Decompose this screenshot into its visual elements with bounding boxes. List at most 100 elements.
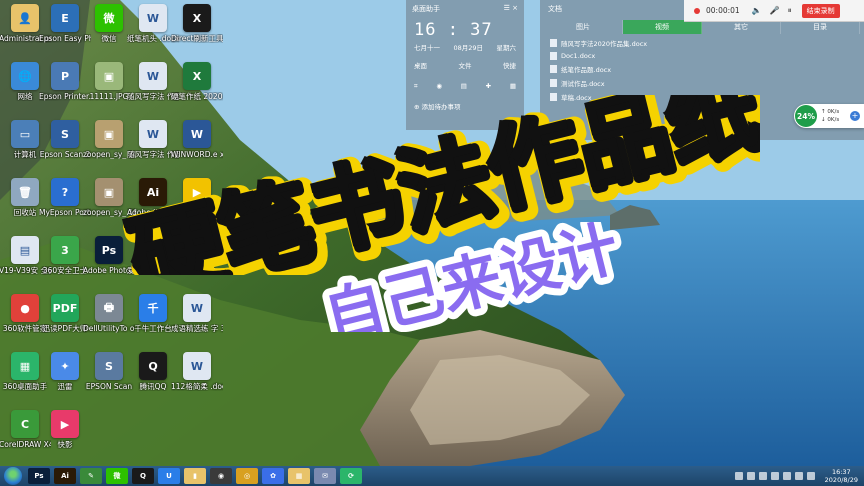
documents-tab[interactable]: 目录 bbox=[781, 20, 860, 34]
tools-taskbar-icon[interactable]: ✉ bbox=[314, 468, 336, 484]
desktop-shortcut[interactable]: W 成语精选练 字 3.docx bbox=[171, 294, 223, 333]
desktop-shortcut[interactable]: 微微信 bbox=[86, 4, 132, 43]
desktop-shortcut[interactable]: Q 腾讯QQ bbox=[130, 352, 176, 391]
qianniu-icon: 千 bbox=[139, 294, 167, 322]
desktop-shortcut[interactable]: W 112格简柔 .docx bbox=[171, 352, 223, 391]
epson-scan-old-icon: S bbox=[95, 352, 123, 380]
360-taskbar-icon[interactable]: ⟳ bbox=[340, 468, 362, 484]
widget-action-shortcut[interactable]: 快捷 bbox=[503, 60, 516, 70]
360-icon: 3 bbox=[51, 236, 79, 264]
widget-eye-icon[interactable]: ◉ bbox=[436, 82, 442, 91]
image-file-icon: ▣ bbox=[95, 62, 123, 90]
taskbar-apps: Ps Ai ✎ 微 Q U ▮ ◉ ◎ ✿ ▦ ✉ ⟳ bbox=[28, 468, 366, 484]
image-file-icon: ▣ bbox=[95, 178, 123, 206]
desktop-shortcut[interactable]: EEpson Easy Photo Print bbox=[39, 4, 91, 43]
widget-action-desktop[interactable]: 桌面 bbox=[414, 60, 427, 70]
desktop-shortcut[interactable]: ✦ 迅雷 bbox=[42, 352, 88, 391]
widget-add-icon[interactable]: ✚ bbox=[486, 82, 491, 91]
desktop-shortcut[interactable]: S Epson Scan 2 bbox=[40, 120, 90, 159]
tray-volume-icon[interactable] bbox=[806, 472, 815, 480]
photoshop-icon: Ps bbox=[95, 236, 123, 264]
wechat-taskbar-icon[interactable]: 微 bbox=[106, 468, 128, 484]
documents-file-item[interactable]: Doc1.docx bbox=[540, 50, 864, 62]
recording-elapsed: 00:00:01 bbox=[706, 6, 740, 15]
explorer-taskbar-icon[interactable]: ▦ bbox=[288, 468, 310, 484]
volume-icon[interactable]: 🔈 bbox=[752, 6, 762, 15]
system-tray: 16:37 2020/8/29 bbox=[734, 468, 864, 484]
documents-file-name: 纸笔作品题.docx bbox=[561, 66, 612, 74]
photoshop-taskbar-icon[interactable]: Ps bbox=[28, 468, 50, 484]
file-doc-icon bbox=[550, 65, 557, 73]
screen-recorder-bar: 00:00:01 🔈 🎤 ⏸ 结束录制 bbox=[684, 0, 864, 22]
stop-recording-button[interactable]: 结束录制 bbox=[801, 3, 840, 18]
recycle-bin-icon: 🗑 bbox=[11, 178, 39, 206]
desktop-shortcut[interactable]: 3 360安全卫士 bbox=[42, 236, 88, 275]
start-button[interactable] bbox=[4, 467, 22, 485]
documents-file-name: 测试作品.docx bbox=[561, 80, 605, 88]
recorder-taskbar-icon[interactable]: U bbox=[158, 468, 180, 484]
widget-date: 08月29日 bbox=[453, 44, 484, 52]
documents-tab[interactable]: 图片 bbox=[544, 20, 623, 34]
widget-clock: 16 : 37 bbox=[414, 20, 493, 40]
baidu-taskbar-icon[interactable]: ✿ bbox=[262, 468, 284, 484]
documents-tab[interactable]: 视频 bbox=[623, 20, 702, 34]
qq-taskbar-icon[interactable]: Q bbox=[132, 468, 154, 484]
desktop-shortcut[interactable]: 千千牛工作台 bbox=[130, 294, 176, 333]
chrome-taskbar-icon[interactable]: ◎ bbox=[236, 468, 258, 484]
documents-file-name: 随风写字法2020作品集.docx bbox=[561, 40, 648, 48]
computer-icon: ▭ bbox=[11, 120, 39, 148]
widget-menu-icon[interactable]: ☰ × bbox=[504, 4, 518, 14]
documents-tab[interactable]: 其它 bbox=[702, 20, 781, 34]
file-doc-icon bbox=[550, 39, 557, 47]
taskbar-clock[interactable]: 16:37 2020/8/29 bbox=[825, 468, 858, 484]
desktop-shortcut[interactable]: ▶ 快影 bbox=[42, 410, 88, 449]
epson-photo-icon: E bbox=[51, 4, 79, 32]
pause-icon[interactable]: ⏸ bbox=[788, 6, 792, 16]
folder-user-icon: 👤 bbox=[11, 4, 39, 32]
word-doc-icon: W bbox=[183, 294, 211, 322]
speed-boost-icon[interactable]: + bbox=[850, 111, 860, 121]
taskbar: Ps Ai ✎ 微 Q U ▮ ◉ ◎ ✿ ▦ ✉ ⟳ 16:37 2020/8/29 bbox=[0, 466, 864, 486]
memory-percent: 24% bbox=[795, 105, 817, 127]
file-doc-icon bbox=[550, 52, 557, 60]
tray-bluetooth-icon[interactable] bbox=[758, 472, 767, 480]
media-taskbar-icon[interactable]: ◉ bbox=[210, 468, 232, 484]
network-speed-badge[interactable]: 24% ↑ 0K/s ↓ 0K/s + bbox=[794, 104, 864, 128]
tray-network-icon[interactable] bbox=[746, 472, 755, 480]
desktop-shortcut[interactable]: 🖶 DellUtilityTo ol bbox=[83, 294, 135, 333]
wechat-icon: 微 bbox=[95, 4, 123, 32]
microphone-icon[interactable]: 🎤 bbox=[770, 6, 780, 15]
widget-grid-icon[interactable]: ▦ bbox=[510, 82, 516, 91]
desktop-shortcut[interactable]: W 纸笔机头 .docx bbox=[127, 4, 179, 43]
desktop-shortcut[interactable]: X Direct刷新工具 bbox=[171, 4, 223, 43]
desktop-shortcut[interactable]: PDF 迅读PDF大师 bbox=[42, 294, 88, 333]
desktop-shortcut-label: 成语精选练 字 3.docx bbox=[171, 324, 223, 333]
widget-action-files[interactable]: 文件 bbox=[459, 60, 472, 70]
desktop-shortcut[interactable]: S EPSON Scan bbox=[86, 352, 132, 391]
printer-utility-icon: 🖶 bbox=[95, 294, 123, 322]
desktop-shortcut[interactable]: ? MyEpson Portal bbox=[39, 178, 91, 217]
widget-calc-icon[interactable]: ▤ bbox=[461, 82, 467, 91]
epson-scan-icon: S bbox=[51, 120, 79, 148]
tray-monitor-icon[interactable] bbox=[794, 472, 803, 480]
illustrator-taskbar-icon[interactable]: Ai bbox=[54, 468, 76, 484]
widget-tool-row: ⌗ ◉ ▤ ✚ ▦ bbox=[406, 76, 524, 97]
tray-input-icon[interactable] bbox=[782, 472, 791, 480]
desktop-shortcut[interactable]: P Epson Printer... bbox=[39, 62, 91, 101]
subline-text: 自己来设计 bbox=[318, 222, 626, 332]
documents-file-list: 随风写字法2020作品集.docx Doc1.docx 纸笔作品题.docx 测试作品… bbox=[540, 36, 864, 104]
tray-antivirus-icon[interactable] bbox=[770, 472, 779, 480]
documents-file-item[interactable]: 测试作品.docx bbox=[540, 76, 864, 90]
documents-file-item[interactable]: 随风写字法2020作品集.docx bbox=[540, 36, 864, 50]
documents-file-item[interactable]: 纸笔作品题.docx bbox=[540, 62, 864, 76]
subline-overlay: 自己来设计 自己来设计 bbox=[311, 222, 630, 332]
excel-icon: X bbox=[183, 62, 211, 90]
folder-taskbar-icon[interactable]: ▮ bbox=[184, 468, 206, 484]
widget-weekday: 星期六 bbox=[496, 44, 516, 52]
widget-crop-icon[interactable]: ⌗ bbox=[414, 82, 418, 91]
qiyu-taskbar-icon[interactable]: ✎ bbox=[80, 468, 102, 484]
network-icon: 🌐 bbox=[11, 62, 39, 90]
tray-flag-icon[interactable] bbox=[734, 472, 743, 480]
thunder-icon: ✦ bbox=[51, 352, 79, 380]
widget-lunar-date: 七月十一 bbox=[414, 44, 440, 52]
